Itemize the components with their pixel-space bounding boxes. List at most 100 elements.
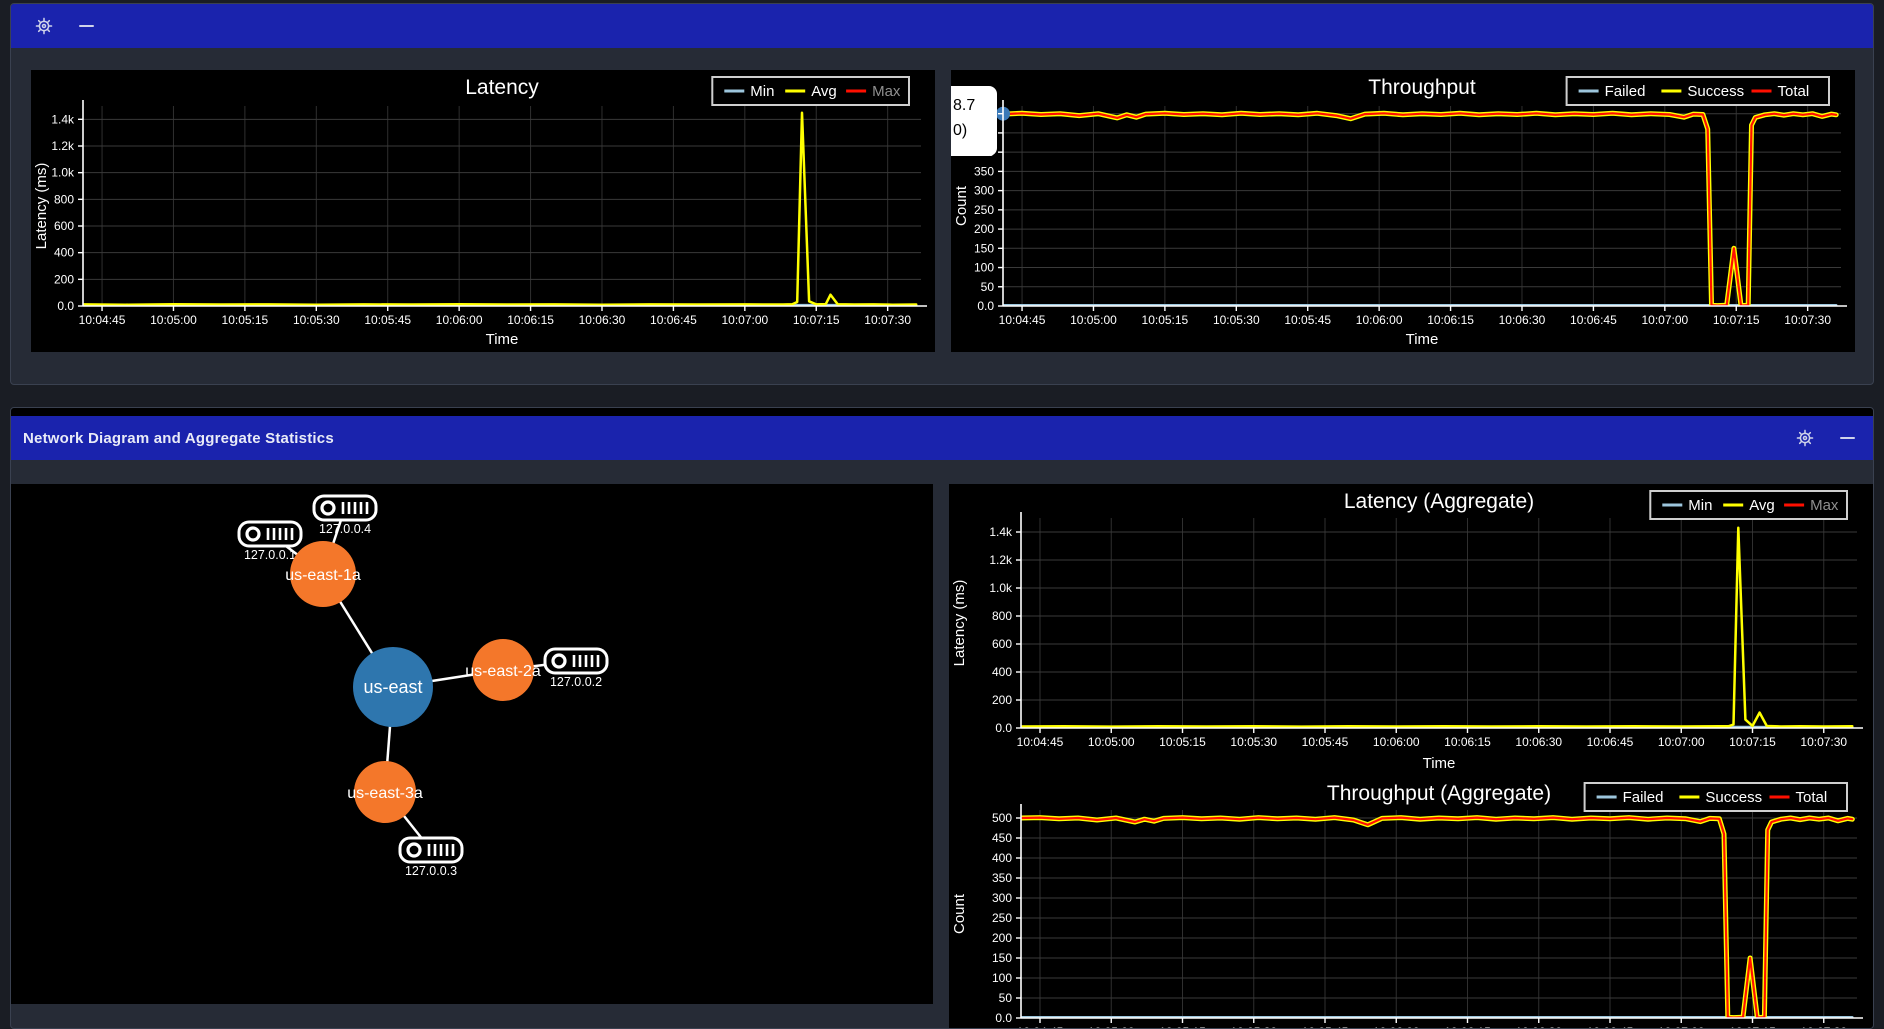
network-node-us-east-2a[interactable]: us-east-2a bbox=[465, 639, 541, 701]
legend-label: Avg bbox=[1749, 497, 1775, 514]
series-group bbox=[83, 113, 916, 306]
bottom-content-row: 127.0.0.1 127.0.0.4 127.0.0.2 127.0.0.3 us-e… bbox=[11, 460, 1873, 1029]
throughput-aggregate-chart-panel[interactable]: 0.05010015020025030035040045050010:04:45… bbox=[949, 776, 1873, 1029]
gear-icon bbox=[1796, 429, 1814, 447]
minus-icon bbox=[1840, 437, 1855, 440]
y-tick-label: 50 bbox=[981, 280, 995, 294]
x-tick-label: 10:04:45 bbox=[999, 313, 1046, 327]
y-tick-label: 400 bbox=[54, 246, 74, 260]
chart-title: Throughput (Aggregate) bbox=[1327, 782, 1551, 805]
latency-chart-panel[interactable]: 0.02004006008001.0k1.2k1.4k10:04:4510:05… bbox=[31, 70, 935, 352]
y-tick-label: 150 bbox=[974, 241, 994, 255]
x-tick-label: 10:05:45 bbox=[1284, 313, 1331, 327]
x-tick-label: 10:05:45 bbox=[1302, 735, 1349, 749]
legend-label: Avg bbox=[811, 83, 837, 100]
legend: FailedSuccessTotal bbox=[1567, 77, 1829, 105]
y-tick-label: 100 bbox=[992, 971, 1012, 985]
y-tick-label: 1.2k bbox=[989, 553, 1013, 567]
network-node-us-east-3a[interactable]: us-east-3a bbox=[347, 761, 423, 823]
y-tick-label: 400 bbox=[992, 665, 1012, 679]
node-label: us-east bbox=[363, 677, 422, 697]
legend-label: Success bbox=[1705, 789, 1762, 806]
y-tick-label: 0.0 bbox=[977, 299, 994, 313]
y-tick-label: 250 bbox=[974, 203, 994, 217]
x-tick-label: 10:07:15 bbox=[1729, 1025, 1776, 1029]
router-node-127-0-0-1[interactable]: 127.0.0.1 bbox=[239, 522, 301, 562]
tooltip-line-2: 0) bbox=[953, 119, 997, 144]
tooltip-line-1: 8.7 bbox=[953, 94, 997, 119]
series-avg bbox=[83, 113, 916, 305]
y-tick-label: 200 bbox=[54, 272, 74, 286]
network-diagram: 127.0.0.1 127.0.0.4 127.0.0.2 127.0.0.3 us-e… bbox=[11, 484, 933, 1004]
y-tick-label: 800 bbox=[54, 192, 74, 206]
grid bbox=[83, 106, 921, 306]
throughput-chart: 0.05010015020025030035040045050010:04:45… bbox=[951, 70, 1855, 352]
latency-chart: 0.02004006008001.0k1.2k1.4k10:04:4510:05… bbox=[31, 70, 935, 352]
latency-aggregate-chart-panel[interactable]: 0.02004006008001.0k1.2k1.4k10:04:4510:05… bbox=[949, 484, 1873, 776]
panel-top-strip bbox=[11, 408, 1873, 416]
x-tick-label: 10:05:15 bbox=[1159, 1025, 1206, 1029]
latency-aggregate-chart: 0.02004006008001.0k1.2k1.4k10:04:4510:05… bbox=[949, 484, 1873, 776]
y-tick-label: 500 bbox=[992, 811, 1012, 825]
x-tick-label: 10:07:30 bbox=[1784, 313, 1831, 327]
router-node-127-0-0-2[interactable]: 127.0.0.2 bbox=[545, 649, 607, 689]
router-ip-label: 127.0.0.3 bbox=[405, 864, 457, 878]
x-tick-label: 10:06:30 bbox=[579, 313, 626, 327]
throughput-chart-panel[interactable]: 0.05010015020025030035040045050010:04:45… bbox=[951, 70, 1855, 352]
y-tick-label: 400 bbox=[992, 851, 1012, 865]
collapse-minus-icon[interactable] bbox=[79, 16, 94, 36]
node-label: us-east-2a bbox=[465, 663, 541, 680]
settings-gear-icon[interactable] bbox=[1796, 428, 1814, 448]
grid bbox=[1003, 106, 1841, 306]
router-node-127-0-0-3[interactable]: 127.0.0.3 bbox=[400, 838, 462, 878]
axes: 0.02004006008001.0k1.2k1.4k10:04:4510:05… bbox=[989, 512, 1863, 749]
x-tick-label: 10:06:15 bbox=[507, 313, 554, 327]
legend-label: Failed bbox=[1605, 83, 1646, 100]
x-tick-label: 10:05:30 bbox=[1230, 735, 1277, 749]
x-axis-label: Time bbox=[486, 331, 519, 348]
legend: MinAvgMax bbox=[712, 77, 909, 105]
y-tick-label: 100 bbox=[974, 261, 994, 275]
network-diagram-panel[interactable]: 127.0.0.1 127.0.0.4 127.0.0.2 127.0.0.3 us-e… bbox=[11, 484, 933, 1004]
y-tick-label: 600 bbox=[54, 219, 74, 233]
network-node-us-east-1a[interactable]: us-east-1a bbox=[285, 541, 361, 607]
series-avg bbox=[1021, 528, 1852, 727]
x-tick-label: 10:06:45 bbox=[650, 313, 697, 327]
x-tick-label: 10:05:00 bbox=[1088, 735, 1135, 749]
x-tick-label: 10:07:00 bbox=[1641, 313, 1688, 327]
x-tick-label: 10:06:00 bbox=[1373, 1025, 1420, 1029]
hover-tooltip: 8.7 0) bbox=[951, 86, 997, 156]
settings-gear-icon[interactable] bbox=[35, 16, 53, 36]
top-panel-header bbox=[11, 4, 1873, 48]
top-panel: 0.0 200 400 600 800 1.0k 1.2k 1.4k 10:04:45 10:05… bbox=[10, 3, 1874, 385]
x-tick-label: 10:04:45 bbox=[79, 313, 126, 327]
x-tick-label: 10:06:00 bbox=[436, 313, 483, 327]
x-tick-label: 10:06:15 bbox=[1444, 1025, 1491, 1029]
x-tick-label: 10:05:45 bbox=[1302, 1025, 1349, 1029]
x-tick-label: 10:06:00 bbox=[1373, 735, 1420, 749]
legend-label: Total bbox=[1796, 789, 1828, 806]
y-tick-label: 800 bbox=[992, 609, 1012, 623]
y-tick-label: 1.0k bbox=[51, 166, 75, 180]
network-node-us-east[interactable]: us-east bbox=[353, 647, 433, 727]
minus-icon bbox=[79, 25, 94, 28]
x-tick-label: 10:07:00 bbox=[1658, 735, 1705, 749]
top-charts-row: 0.0 200 400 600 800 1.0k 1.2k 1.4k 10:04:45 10:05… bbox=[11, 48, 1873, 352]
x-tick-label: 10:06:45 bbox=[1587, 735, 1634, 749]
axes: 0.02004006008001.0k1.2k1.4k10:04:4510:05… bbox=[51, 100, 927, 327]
collapse-minus-icon[interactable] bbox=[1840, 428, 1855, 448]
y-tick-label: 1.2k bbox=[51, 139, 75, 153]
node-label: us-east-1a bbox=[285, 567, 361, 584]
x-tick-label: 10:07:30 bbox=[1800, 1025, 1847, 1029]
y-tick-label: 1.4k bbox=[51, 112, 75, 126]
dashboard: 0.0 200 400 600 800 1.0k 1.2k 1.4k 10:04:45 10:05… bbox=[0, 3, 1884, 1029]
x-tick-label: 10:06:15 bbox=[1427, 313, 1474, 327]
legend: MinAvgMax bbox=[1650, 491, 1847, 519]
node-label: us-east-3a bbox=[347, 785, 423, 802]
x-tick-label: 10:05:30 bbox=[1213, 313, 1260, 327]
legend-label: Total bbox=[1778, 83, 1810, 100]
legend-label: Max bbox=[1810, 497, 1839, 514]
router-node-127-0-0-4[interactable]: 127.0.0.4 bbox=[314, 496, 376, 536]
x-tick-label: 10:06:30 bbox=[1515, 1025, 1562, 1029]
x-tick-label: 10:06:30 bbox=[1499, 313, 1546, 327]
